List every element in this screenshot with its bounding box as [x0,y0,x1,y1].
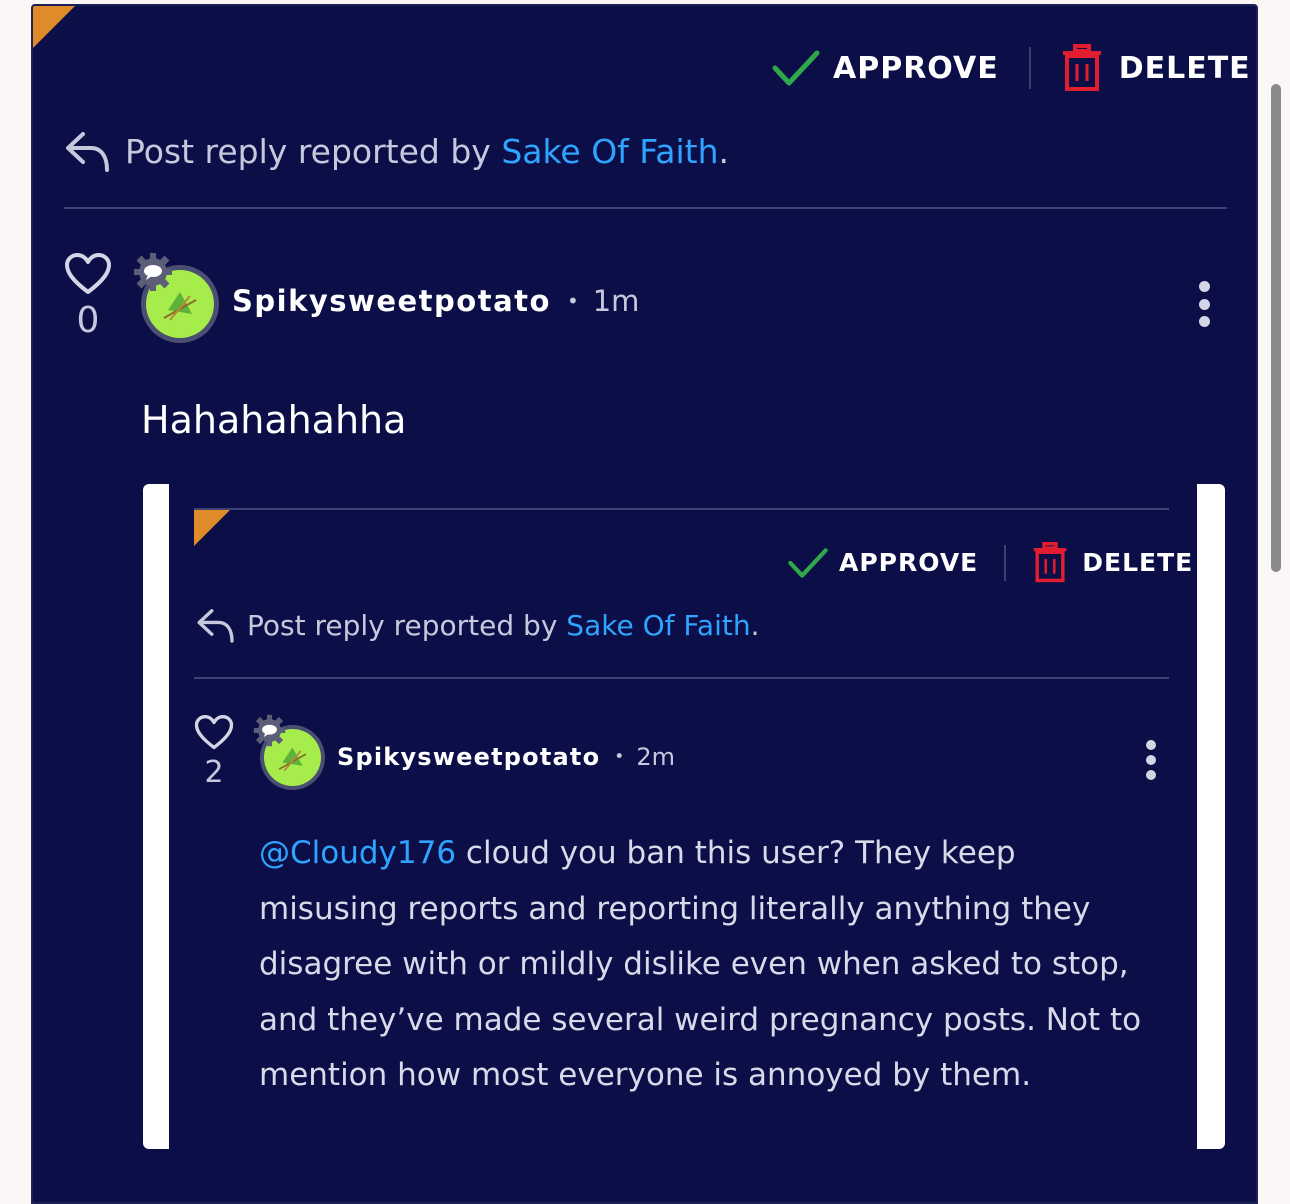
embedded-post-meta: Spikysweetpotato • 2m [337,743,675,771]
heart-icon[interactable] [194,714,234,751]
flag-corner-icon [194,510,230,546]
username[interactable]: Spikysweetpotato [337,743,600,771]
embedded-post-body: @Cloudy176 cloud you ban this user? They… [259,826,1159,1104]
check-icon [772,50,820,86]
heart-icon[interactable] [64,252,112,296]
approve-label: APPROVE [833,50,999,86]
report-notice: Post reply reported by Sake Of Faith . [63,126,729,176]
report-prefix: Post reply reported by [125,131,502,171]
embedded-card: APPROVE DELETE Post reply reported by Sa… [169,484,1197,1149]
embedded-like-control: 2 [193,714,235,790]
check-icon [788,547,828,578]
meta-separator: • [566,289,579,313]
post-time: 2m [636,743,675,771]
avatar[interactable] [133,252,219,343]
kebab-icon[interactable] [1194,281,1214,327]
username[interactable]: Spikysweetpotato [232,284,551,318]
embedded-approve-button[interactable]: APPROVE [787,546,978,580]
reporter-link[interactable]: Sake Of Faith [566,609,750,642]
reporter-link[interactable]: Sake Of Faith [501,132,718,171]
embedded-report-notice: Post reply reported by Sake Of Faith . [195,604,759,646]
gear-icon [134,253,172,291]
post-meta: Spikysweetpotato • 1m [232,284,639,318]
report-suffix: . [750,608,760,642]
like-count: 0 [76,300,100,341]
post-body-text: cloud you ban this user? They keep misus… [259,835,1142,1093]
embedded-divider [194,677,1169,679]
user-mention-link[interactable]: @Cloudy176 [259,835,456,871]
gear-icon [253,714,286,747]
kebab-icon[interactable] [1143,740,1159,780]
embedded-screenshot: APPROVE DELETE Post reply reported by Sa… [143,484,1225,1149]
trash-icon [1062,44,1101,91]
approve-label: APPROVE [839,548,979,577]
embedded-delete-button[interactable]: DELETE [1032,542,1193,583]
embedded-top-divider [194,508,1169,510]
report-suffix: . [718,131,730,171]
actions-divider [1004,544,1007,581]
divider [64,207,1227,209]
moderation-actions: APPROVE DELETE [771,44,1251,92]
report-prefix: Post reply reported by [247,608,567,642]
like-control: 0 [63,252,113,341]
meta-separator: • [614,747,625,767]
approve-button[interactable]: APPROVE [771,48,999,88]
embedded-moderation-actions: APPROVE DELETE [787,542,1193,583]
actions-divider [1028,47,1031,89]
delete-label: DELETE [1082,548,1194,577]
avatar[interactable] [253,714,325,790]
post-body: Hahahahahha [141,398,407,442]
delete-button[interactable]: DELETE [1061,44,1251,92]
delete-label: DELETE [1118,50,1251,86]
reply-icon [197,609,234,643]
like-count: 2 [204,755,224,790]
trash-icon [1034,542,1067,583]
reply-icon [66,132,109,172]
flag-corner-icon [33,6,75,48]
post-time: 1m [592,284,640,318]
reported-post-card: APPROVE DELETE Post reply reported by Sa… [31,4,1258,1204]
page-scrollbar[interactable] [1271,84,1281,572]
